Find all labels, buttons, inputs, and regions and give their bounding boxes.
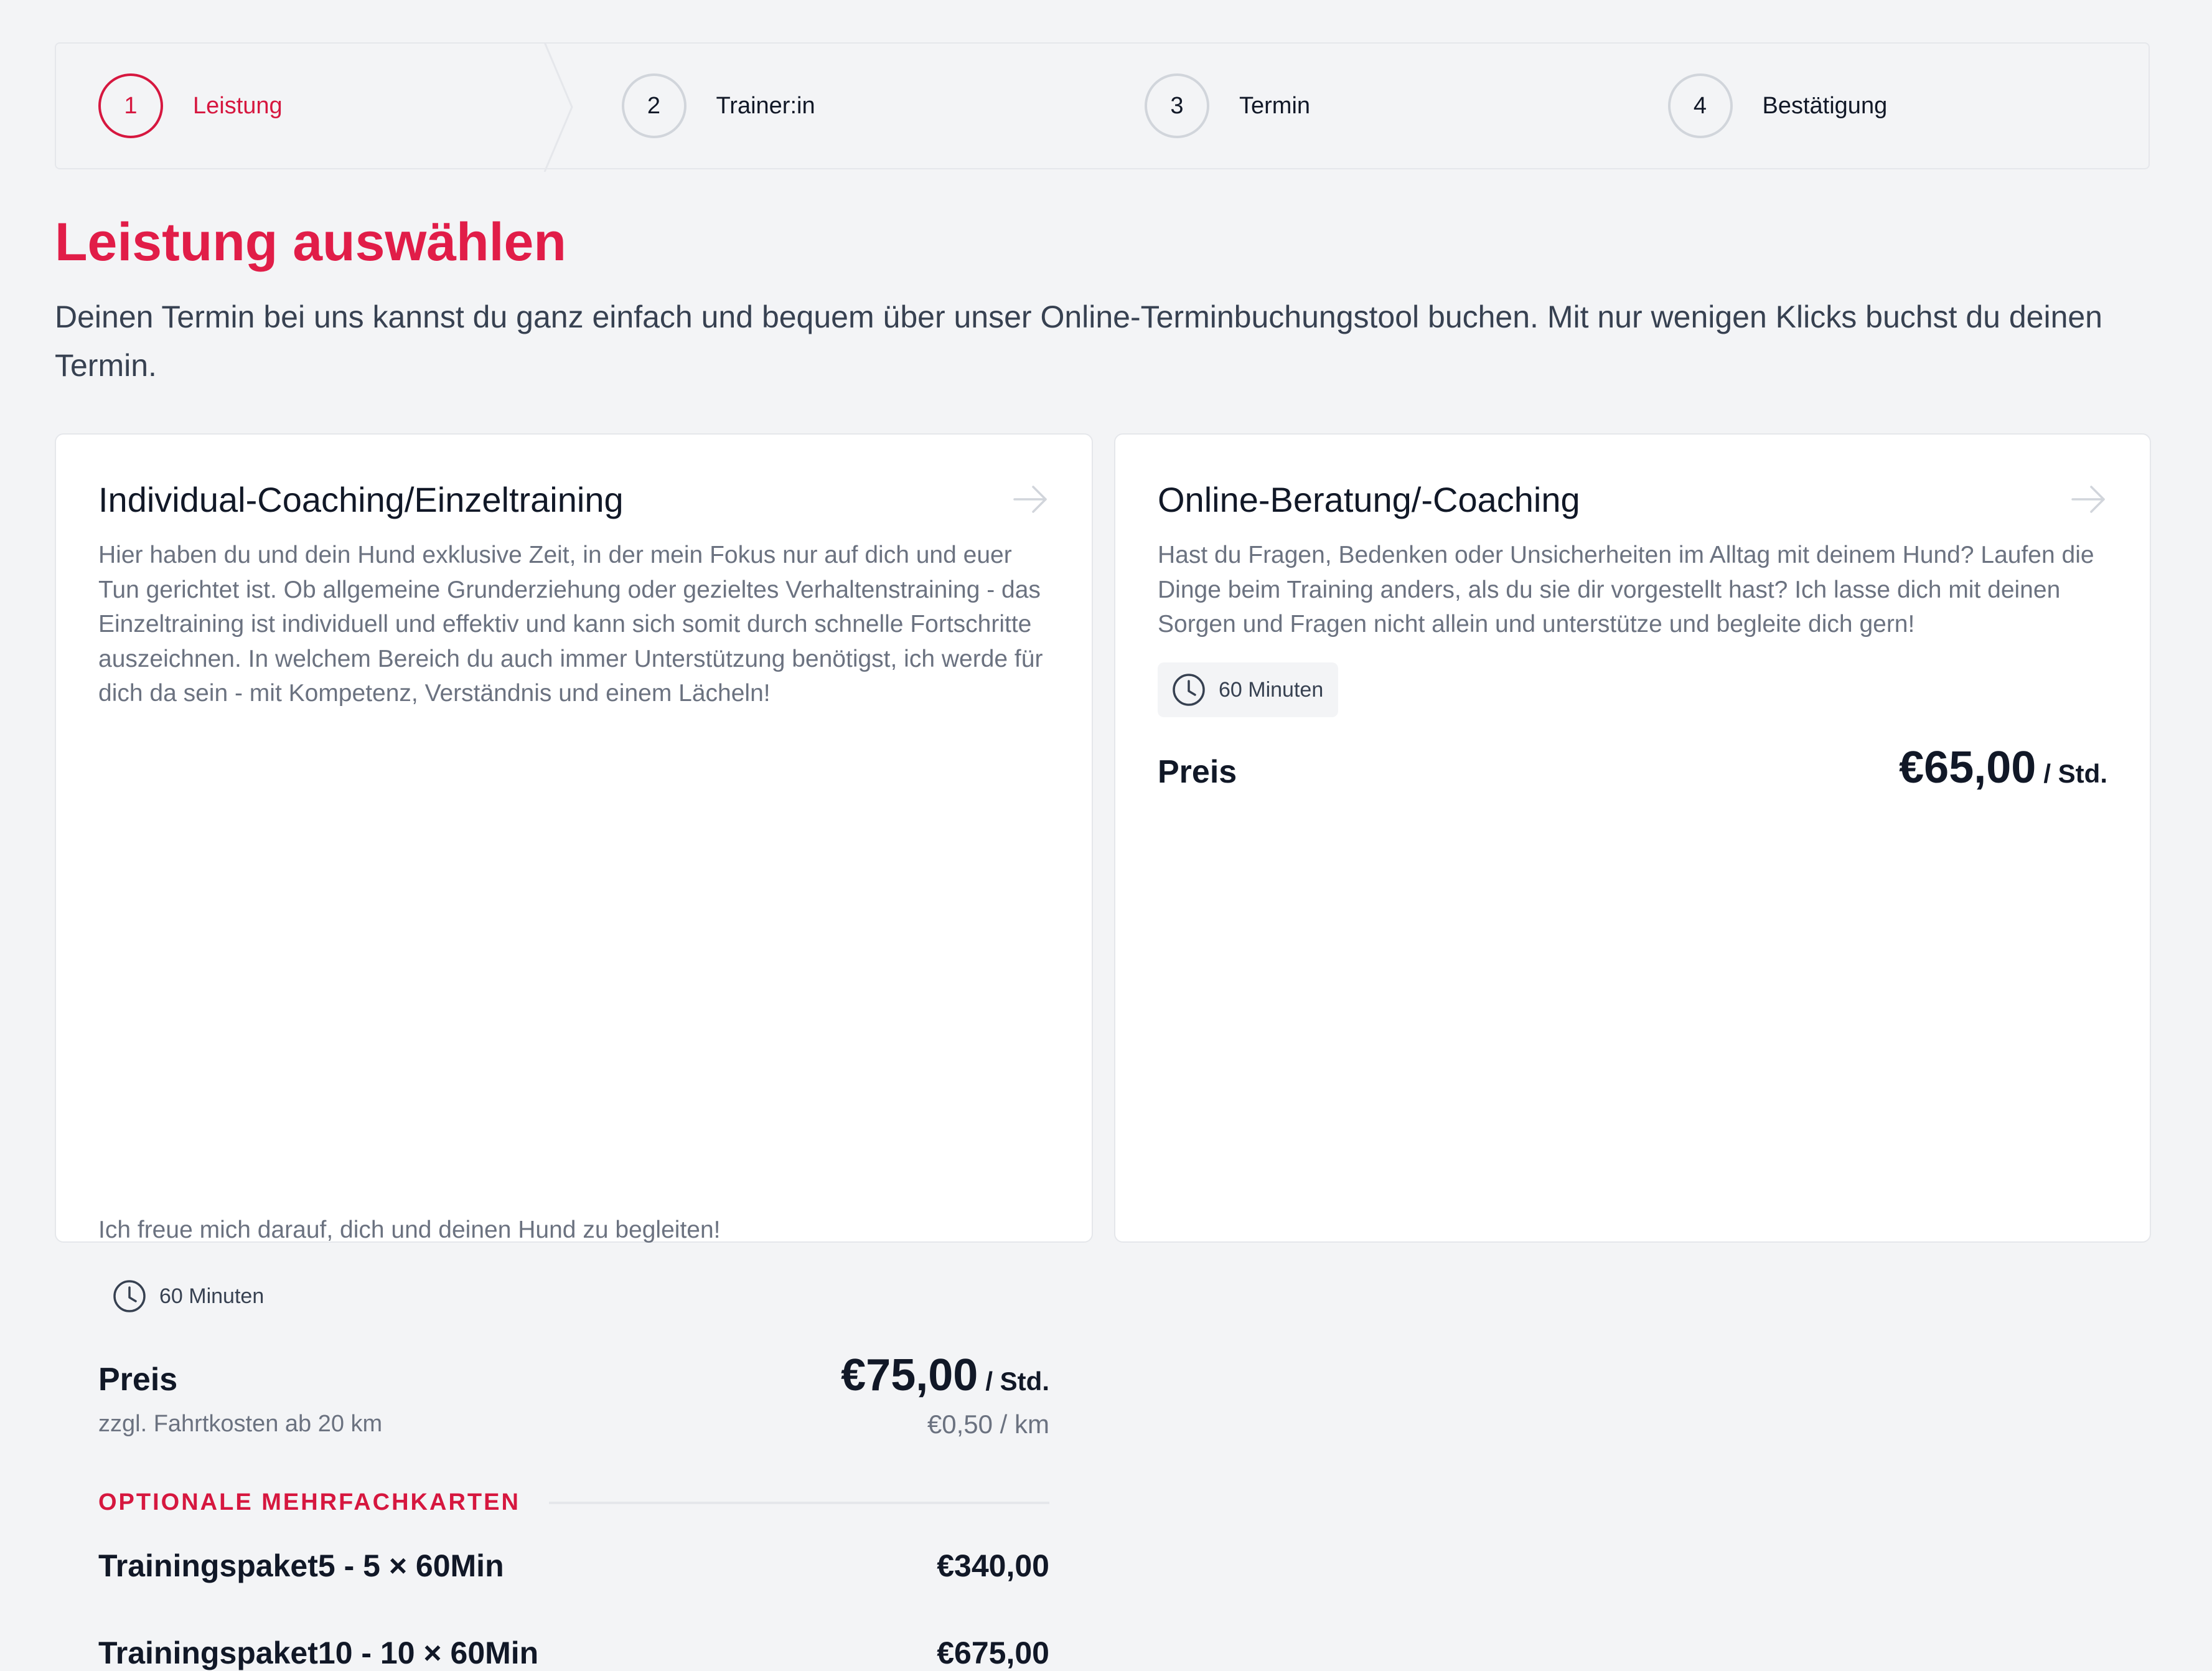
arrow-right-icon[interactable] bbox=[2070, 481, 2107, 518]
price-amount: €65,00 bbox=[1899, 743, 2036, 793]
step-number: 2 bbox=[621, 73, 687, 138]
arrow-right-icon[interactable] bbox=[1012, 481, 1049, 518]
step-bestaetigung[interactable]: 4 Bestätigung bbox=[1626, 44, 2149, 168]
step-label: Bestätigung bbox=[1762, 92, 1888, 119]
price-label: Preis bbox=[98, 1362, 178, 1398]
page-intro: Deinen Termin bei uns kannst du ganz ein… bbox=[55, 299, 2102, 383]
service-title: Individual-Coaching/Einzeltraining bbox=[98, 480, 624, 519]
step-trainer[interactable]: 2 Trainer:in bbox=[579, 44, 1103, 168]
chevron-divider-icon bbox=[543, 42, 573, 172]
travel-cost-price: €0,50 / km bbox=[927, 1410, 1049, 1439]
travel-cost-label: zzgl. Fahrtkosten ab 20 km bbox=[98, 1411, 383, 1437]
package-row[interactable]: Trainingspaket10 - 10 × 60Min €675,00 bbox=[98, 1635, 1049, 1671]
step-number: 4 bbox=[1667, 73, 1733, 138]
step-number: 1 bbox=[98, 73, 163, 138]
service-description: Hast du Fragen, Bedenken oder Unsicherhe… bbox=[1158, 542, 2094, 638]
packages-heading: OPTIONALE MEHRFACHKARTEN bbox=[98, 1489, 520, 1515]
price-label: Preis bbox=[1158, 754, 1237, 790]
service-title: Online-Beratung/-Coaching bbox=[1158, 480, 1580, 519]
package-name: Trainingspaket10 - 10 × 60Min bbox=[98, 1636, 539, 1670]
price-value: €75,00 / Std. bbox=[841, 1350, 1049, 1401]
step-leistung[interactable]: 1 Leistung bbox=[56, 42, 579, 172]
package-price: €675,00 bbox=[937, 1636, 1049, 1670]
section-divider bbox=[548, 1501, 1049, 1504]
price-unit: / Std. bbox=[985, 1367, 1049, 1396]
duration-text: 60 Minuten bbox=[159, 1284, 265, 1308]
duration-text: 60 Minuten bbox=[1219, 677, 1324, 702]
service-description-closing: Ich freue mich darauf, dich und deinen H… bbox=[98, 1217, 721, 1243]
service-description: Hier haben du und dein Hund exklusive Ze… bbox=[98, 542, 1043, 707]
duration-badge: 60 Minuten bbox=[98, 1269, 279, 1324]
step-number: 3 bbox=[1145, 73, 1209, 138]
packages-section-header: OPTIONALE MEHRFACHKARTEN bbox=[98, 1489, 1049, 1516]
step-label: Trainer:in bbox=[716, 92, 815, 119]
service-card-individual-coaching[interactable]: Individual-Coaching/Einzeltraining Hier … bbox=[55, 433, 1093, 1670]
price-unit: / Std. bbox=[2043, 759, 2107, 788]
package-name: Trainingspaket5 - 5 × 60Min bbox=[98, 1548, 504, 1583]
clock-icon bbox=[113, 1280, 146, 1312]
service-card-online-coaching[interactable]: Online-Beratung/-Coaching Hast du Fragen… bbox=[1114, 433, 2151, 1243]
package-price: €340,00 bbox=[937, 1548, 1049, 1583]
duration-badge: 60 Minuten bbox=[1158, 662, 1339, 717]
step-label: Termin bbox=[1239, 92, 1311, 119]
page-title: Leistung auswählen bbox=[55, 212, 566, 272]
step-label: Leistung bbox=[193, 92, 283, 119]
step-termin[interactable]: 3 Termin bbox=[1102, 44, 1626, 168]
price-amount: €75,00 bbox=[841, 1350, 978, 1400]
clock-icon bbox=[1173, 674, 1205, 706]
booking-stepper: 1 Leistung 2 Trainer:in 3 Termin 4 Bestä… bbox=[55, 42, 2150, 172]
price-value: €65,00 / Std. bbox=[1899, 742, 2107, 793]
package-row[interactable]: Trainingspaket5 - 5 × 60Min €340,00 bbox=[98, 1548, 1049, 1584]
